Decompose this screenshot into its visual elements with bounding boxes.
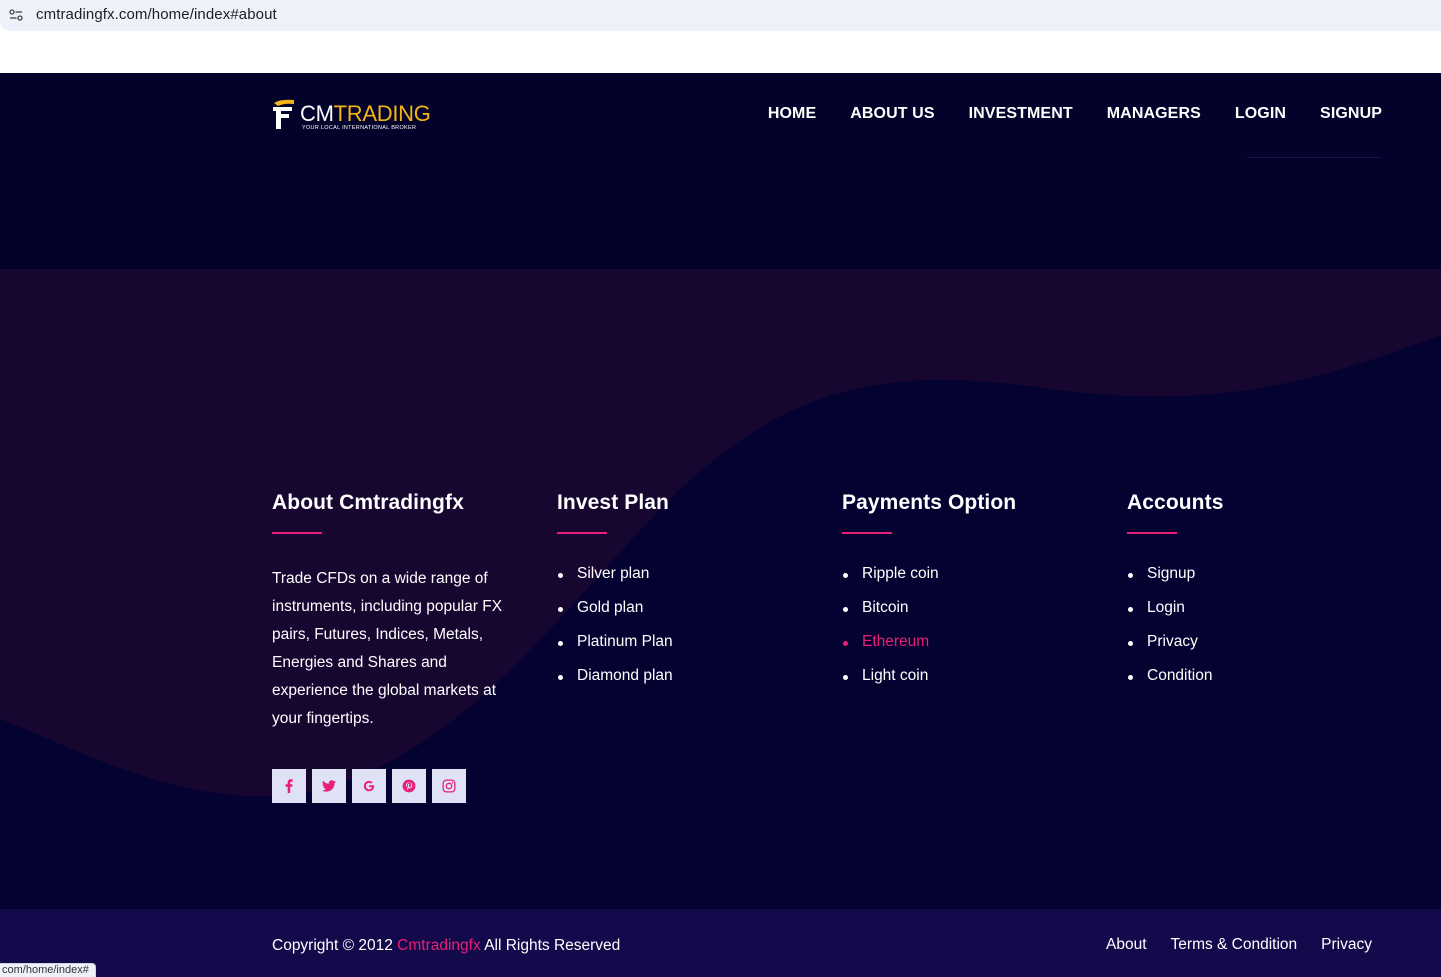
invest-plan-item-silver[interactable]: Silver plan — [557, 565, 673, 599]
google-icon — [363, 780, 375, 792]
address-bar[interactable]: cmtradingfx.com/home/index#about — [0, 0, 1441, 31]
bottom-link-privacy[interactable]: Privacy — [1321, 936, 1372, 954]
instagram-button[interactable] — [432, 769, 466, 803]
nav-about-us[interactable]: ABOUT US — [850, 105, 934, 123]
facebook-icon — [285, 779, 293, 793]
footer-accounts-column: Accounts Signup Login Privacy Condition — [1127, 491, 1223, 701]
payments-item-lightcoin[interactable]: Light coin — [842, 667, 1016, 701]
copyright-prefix: Copyright © 2012 — [272, 937, 393, 954]
logo-trading-text: TRADING — [333, 101, 431, 126]
about-text: Trade CFDs on a wide range of instrument… — [272, 570, 503, 727]
about-title: About Cmtradingfx — [272, 491, 464, 514]
payments-item-bitcoin[interactable]: Bitcoin — [842, 599, 1016, 633]
accounts-item-login[interactable]: Login — [1127, 599, 1223, 633]
logo-cm-text: CM — [300, 101, 334, 126]
site-settings-icon[interactable] — [9, 8, 23, 22]
nav-home[interactable]: HOME — [768, 105, 816, 123]
footer-bottom-bar: Copyright © 2012 Cmtradingfx All Rights … — [0, 909, 1441, 977]
nav-signup[interactable]: SIGNUP — [1320, 105, 1382, 123]
accounts-title-rule — [1127, 532, 1177, 534]
footer-main: About Cmtradingfx Trade CFDs on a wide r… — [0, 269, 1441, 909]
facebook-button[interactable] — [272, 769, 306, 803]
logo-tagline: YOUR LOCAL INTERNATIONAL BROKER — [302, 125, 417, 131]
site-header: CMTRADING YOUR LOCAL INTERNATIONAL BROKE… — [0, 73, 1441, 269]
invest-plan-title-rule — [557, 532, 607, 534]
twitter-button[interactable] — [312, 769, 346, 803]
url-text[interactable]: cmtradingfx.com/home/index#about — [36, 6, 277, 23]
copyright-suffix: All Rights Reserved — [484, 937, 621, 954]
invest-plan-title: Invest Plan — [557, 491, 669, 514]
accounts-item-privacy[interactable]: Privacy — [1127, 633, 1223, 667]
footer-wave-background — [0, 269, 1441, 909]
copyright-brand-link[interactable]: Cmtradingfx — [397, 937, 481, 954]
bottom-link-about[interactable]: About — [1106, 936, 1147, 954]
payments-item-ethereum[interactable]: Ethereum — [842, 633, 1016, 667]
site-logo[interactable]: CMTRADING YOUR LOCAL INTERNATIONAL BROKE… — [272, 99, 434, 135]
logo-wordmark: CMTRADING — [300, 103, 431, 125]
instagram-icon — [442, 779, 456, 793]
pinterest-icon — [402, 779, 416, 793]
accounts-item-signup[interactable]: Signup — [1127, 565, 1223, 599]
footer-invest-plan-column: Invest Plan Silver plan Gold plan Platin… — [557, 491, 673, 701]
invest-plan-item-gold[interactable]: Gold plan — [557, 599, 673, 633]
payments-title: Payments Option — [842, 491, 1017, 514]
nav-investment[interactable]: INVESTMENT — [969, 105, 1073, 123]
google-button[interactable] — [352, 769, 386, 803]
status-bar-url: com/home/index# — [0, 963, 96, 977]
nav-login[interactable]: LOGIN — [1235, 105, 1286, 123]
payments-item-ripple[interactable]: Ripple coin — [842, 565, 1016, 599]
invest-plan-list: Silver plan Gold plan Platinum Plan Diam… — [557, 565, 673, 701]
social-links — [272, 769, 522, 803]
twitter-icon — [322, 780, 336, 792]
accounts-list: Signup Login Privacy Condition — [1127, 565, 1223, 701]
payments-list: Ripple coin Bitcoin Ethereum Light coin — [842, 565, 1016, 701]
footer-about-column: About Cmtradingfx Trade CFDs on a wide r… — [272, 491, 522, 803]
invest-plan-item-diamond[interactable]: Diamond plan — [557, 667, 673, 701]
bottom-links: About Terms & Condition Privacy — [1106, 936, 1372, 954]
copyright-text: Copyright © 2012 Cmtradingfx All Rights … — [272, 937, 620, 955]
main-nav: HOME ABOUT US INVESTMENT MANAGERS LOGIN … — [768, 105, 1382, 123]
invest-plan-item-platinum[interactable]: Platinum Plan — [557, 633, 673, 667]
accounts-title: Accounts — [1127, 491, 1224, 514]
payments-title-rule — [842, 532, 892, 534]
footer-payments-column: Payments Option Ripple coin Bitcoin Ethe… — [842, 491, 1016, 701]
about-title-rule — [272, 532, 322, 534]
logo-mark-icon — [273, 99, 294, 129]
accounts-item-condition[interactable]: Condition — [1127, 667, 1223, 701]
bottom-link-terms[interactable]: Terms & Condition — [1171, 936, 1298, 954]
page-top-gap — [0, 31, 1441, 73]
nav-divider — [1247, 157, 1382, 158]
nav-managers[interactable]: MANAGERS — [1107, 105, 1201, 123]
pinterest-button[interactable] — [392, 769, 426, 803]
